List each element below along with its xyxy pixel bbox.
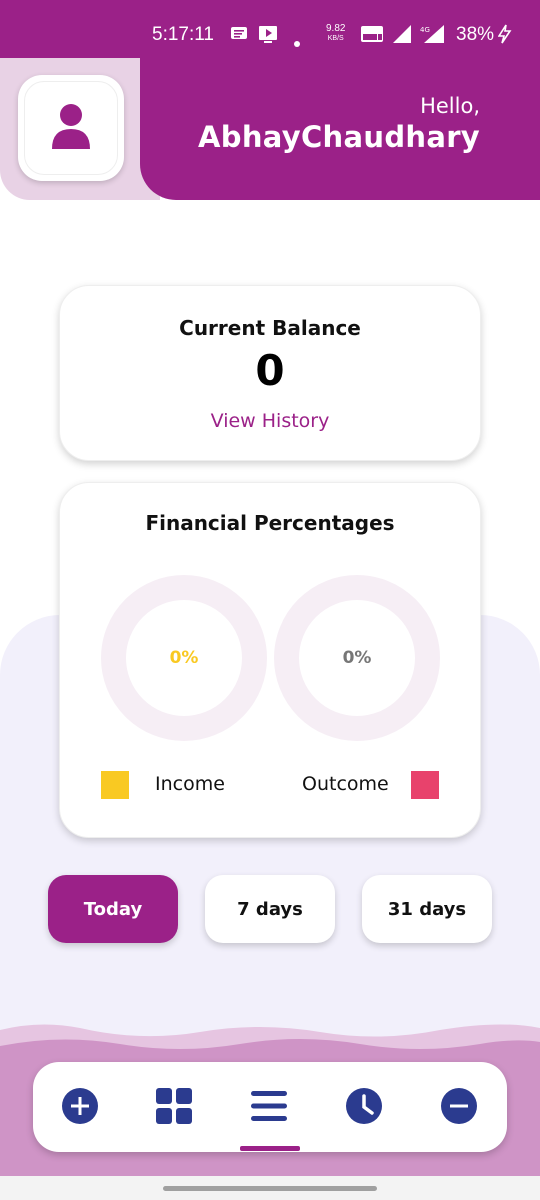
balance-title: Current Balance bbox=[179, 316, 361, 340]
status-bar: 5:17:11 9.82 KB/S 4G 38% bbox=[0, 0, 540, 58]
period-31-days-button[interactable]: 31 days bbox=[362, 875, 492, 943]
battery-percent: 38% bbox=[456, 24, 495, 45]
network-speed: 9.82 KB/S bbox=[326, 24, 345, 44]
notification-icon bbox=[230, 24, 248, 46]
balance-value: 0 bbox=[255, 346, 285, 395]
add-icon[interactable] bbox=[60, 1086, 100, 1126]
outcome-legend-swatch bbox=[411, 771, 439, 799]
user-icon bbox=[51, 103, 91, 153]
bottom-navigation bbox=[33, 1062, 507, 1152]
dot-icon bbox=[294, 32, 300, 51]
volte-icon bbox=[360, 24, 384, 48]
outcome-donut-chart: 0% bbox=[274, 575, 440, 741]
income-legend-swatch bbox=[101, 771, 129, 799]
greeting-text: Hello, bbox=[420, 94, 480, 118]
period-7-days-button[interactable]: 7 days bbox=[205, 875, 335, 943]
income-donut-chart: 0% bbox=[101, 575, 267, 741]
remove-icon[interactable] bbox=[439, 1086, 479, 1126]
media-icon bbox=[258, 24, 278, 48]
view-history-link[interactable]: View History bbox=[60, 410, 480, 432]
menu-icon[interactable] bbox=[249, 1086, 289, 1126]
nav-active-indicator bbox=[240, 1146, 300, 1151]
dashboard-icon[interactable] bbox=[154, 1086, 194, 1126]
charging-icon bbox=[497, 24, 512, 48]
income-percent: 0% bbox=[169, 648, 199, 668]
signal-4g-icon: 4G bbox=[418, 24, 446, 48]
home-indicator[interactable] bbox=[163, 1186, 377, 1191]
status-time: 5:17:11 bbox=[152, 24, 214, 45]
svg-text:4G: 4G bbox=[420, 26, 430, 34]
signal-icon bbox=[392, 24, 412, 48]
speed-unit: KB/S bbox=[327, 35, 344, 42]
username: AbhayChaudhary bbox=[198, 120, 480, 154]
outcome-percent: 0% bbox=[342, 648, 372, 668]
financial-percentages-card: Financial Percentages 0% 0% Income Outco… bbox=[59, 482, 481, 838]
financial-title: Financial Percentages bbox=[145, 511, 395, 535]
income-legend-label: Income bbox=[155, 773, 225, 795]
balance-card: Current Balance 0 View History bbox=[59, 285, 481, 461]
outcome-legend-label: Outcome bbox=[302, 773, 389, 795]
avatar[interactable] bbox=[18, 75, 124, 181]
avatar-frame bbox=[24, 81, 118, 175]
clock-icon[interactable] bbox=[344, 1086, 384, 1126]
period-today-button[interactable]: Today bbox=[48, 875, 178, 943]
speed-value: 9.82 bbox=[326, 23, 346, 34]
